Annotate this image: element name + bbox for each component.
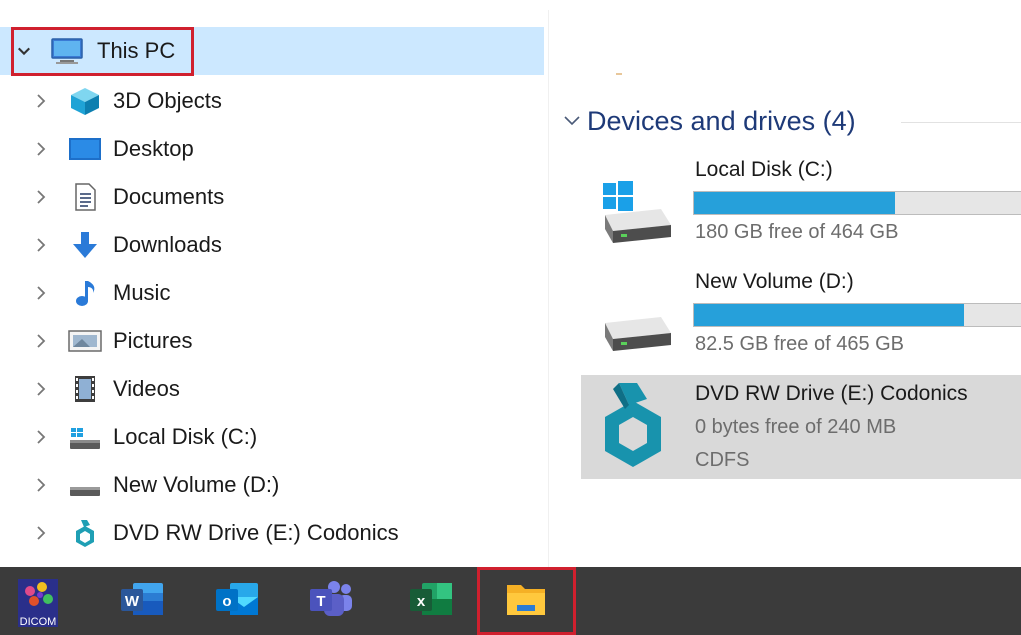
taskbar-excel-button[interactable]: x (400, 567, 460, 635)
svg-text:x: x (417, 593, 426, 610)
svg-text:T: T (316, 593, 325, 610)
3d-objects-icon (68, 86, 102, 116)
highlight-box (11, 27, 194, 76)
chevron-right-icon[interactable] (34, 430, 48, 444)
drive-usage-fill (694, 192, 895, 214)
codonics-icon (68, 518, 102, 548)
nav-item-label: Local Disk (C:) (113, 424, 258, 449)
nav-item-new-volume-d[interactable]: New Volume (D:) (0, 461, 548, 509)
chevron-right-icon[interactable] (34, 94, 48, 108)
content-pane: Devices and drives (4) Local Disk (C:) 1… (549, 0, 1021, 567)
windows-drive-icon (591, 171, 681, 251)
nav-item-label: 3D Objects (113, 88, 222, 113)
nav-item-documents[interactable]: Documents (0, 173, 548, 221)
svg-text:W: W (125, 593, 140, 610)
drive-usage-bar (693, 191, 1021, 215)
music-icon (68, 278, 102, 308)
documents-icon (68, 182, 102, 212)
highlight-box (477, 567, 576, 635)
nav-item-dvd-drive-e[interactable]: DVD RW Drive (E:) Codonics (0, 509, 548, 557)
videos-icon (68, 374, 102, 404)
drive-free-space: 82.5 GB free of 465 GB (695, 333, 905, 355)
codonics-icon (589, 379, 679, 467)
drive-tile-local-disk-c[interactable]: Local Disk (C:) 180 GB free of 464 GB (581, 153, 1021, 256)
drive-usage-fill (694, 304, 964, 326)
nav-item-label: Music (113, 280, 171, 305)
nav-item-label: Videos (113, 376, 180, 401)
nav-item-local-disk-c[interactable]: Local Disk (C:) (0, 413, 548, 461)
desktop-icon (68, 134, 102, 164)
drive-filesystem: CDFS (695, 449, 750, 471)
group-title: Devices and drives (4) (587, 105, 856, 136)
taskbar-outlook-button[interactable]: o (206, 567, 266, 635)
decorative-mark (616, 73, 622, 75)
drive-icon (591, 279, 681, 359)
nav-item-label: DVD RW Drive (E:) Codonics (113, 520, 399, 545)
chevron-right-icon[interactable] (34, 382, 48, 396)
nav-item-pictures[interactable]: Pictures (0, 317, 548, 365)
nav-item-label: Downloads (113, 232, 222, 257)
chevron-right-icon[interactable] (34, 526, 48, 540)
group-header-devices[interactable]: Devices and drives (4) (563, 101, 856, 141)
nav-item-label: Documents (113, 184, 225, 209)
svg-text:DICOM: DICOM (20, 616, 57, 628)
dicom-app-icon: DICOM (12, 569, 64, 634)
drive-tile-new-volume-d[interactable]: New Volume (D:) 82.5 GB free of 465 GB (581, 265, 1021, 368)
nav-item-downloads[interactable]: Downloads (0, 221, 548, 269)
navigation-pane: This PC 3D Objects Desktop Documents Dow… (0, 0, 548, 567)
nav-item-videos[interactable]: Videos (0, 365, 548, 413)
nav-item-3d-objects[interactable]: 3D Objects (0, 77, 548, 125)
taskbar-word-button[interactable]: W (111, 567, 171, 635)
taskbar-dicom-button[interactable]: DICOM (8, 567, 68, 635)
nav-item-label: New Volume (D:) (113, 472, 280, 497)
drive-free-space: 180 GB free of 464 GB (695, 221, 899, 243)
pictures-icon (68, 326, 102, 356)
nav-item-label: Pictures (113, 328, 193, 353)
chevron-right-icon[interactable] (34, 238, 48, 252)
chevron-right-icon[interactable] (34, 286, 48, 300)
chevron-down-icon[interactable] (563, 115, 581, 127)
drive-icon (68, 470, 102, 500)
taskbar-teams-button[interactable]: T (300, 567, 360, 635)
chevron-right-icon[interactable] (34, 334, 48, 348)
nav-item-music[interactable]: Music (0, 269, 548, 317)
chevron-right-icon[interactable] (34, 478, 48, 492)
chevron-right-icon[interactable] (34, 142, 48, 156)
chevron-right-icon[interactable] (34, 190, 48, 204)
excel-icon: x (406, 579, 454, 624)
drive-free-space: 0 bytes free of 240 MB (695, 416, 897, 438)
drive-name: DVD RW Drive (E:) Codonics (695, 382, 968, 405)
windows-drive-icon (68, 422, 102, 452)
downloads-icon (68, 230, 102, 260)
word-icon: W (117, 579, 165, 624)
drive-name: New Volume (D:) (695, 270, 854, 293)
group-divider (901, 122, 1021, 123)
svg-text:o: o (222, 593, 231, 610)
drive-name: Local Disk (C:) (695, 158, 833, 181)
drive-tile-dvd-drive-e[interactable]: DVD RW Drive (E:) Codonics 0 bytes free … (581, 375, 1021, 479)
teams-icon: T (306, 579, 354, 624)
outlook-icon: o (212, 579, 260, 624)
drive-usage-bar (693, 303, 1021, 327)
nav-item-label: Desktop (113, 136, 194, 161)
nav-item-desktop[interactable]: Desktop (0, 125, 548, 173)
